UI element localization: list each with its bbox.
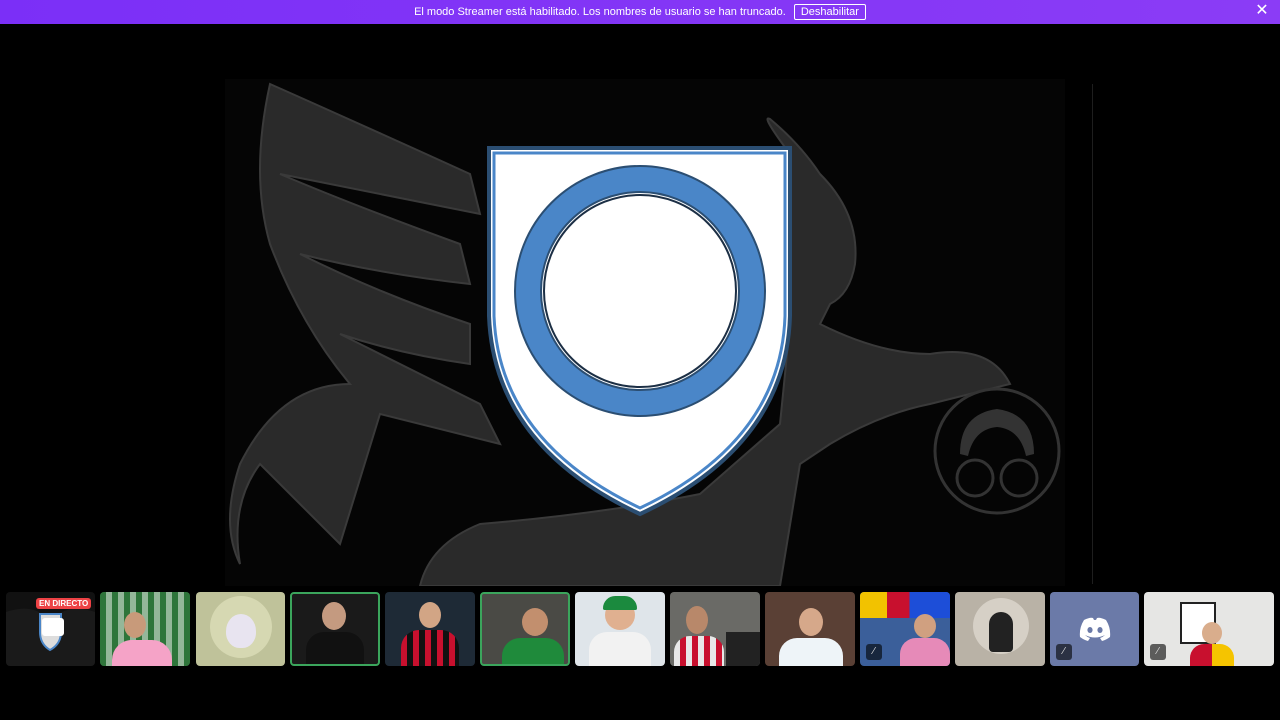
- mic-muted-icon: ⁄: [866, 644, 882, 660]
- person-head: [322, 602, 346, 630]
- person-body: [589, 632, 651, 666]
- person-head: [799, 608, 823, 636]
- shield-logo: [487, 146, 792, 517]
- participant-tile-2[interactable]: [196, 592, 285, 666]
- person-body: [306, 632, 364, 664]
- stage-divider: [1092, 84, 1093, 584]
- mic-muted-icon: ⁄: [1150, 644, 1166, 660]
- person-head: [419, 602, 441, 628]
- person-head: [1202, 622, 1222, 644]
- person-body: [674, 636, 724, 666]
- participant-tile-4[interactable]: [385, 592, 475, 666]
- participant-tile-12[interactable]: ⁄: [1144, 592, 1274, 666]
- participant-tile-9[interactable]: ⁄: [860, 592, 950, 666]
- stream-tile[interactable]: EN DIRECTO: [6, 592, 95, 666]
- participant-tile-11[interactable]: ⁄: [1050, 592, 1139, 666]
- streamer-mode-banner: El modo Streamer está habilitado. Los no…: [0, 0, 1280, 24]
- disable-streamer-mode-button[interactable]: Deshabilitar: [793, 4, 866, 20]
- person-head: [124, 612, 146, 638]
- person-body: [779, 638, 843, 666]
- close-icon[interactable]: ✕: [1254, 3, 1270, 19]
- participant-tile-10[interactable]: [955, 592, 1045, 666]
- participant-tile-1[interactable]: [100, 592, 190, 666]
- participant-strip: EN DIRECTO ⁄ ⁄ ⁄: [0, 590, 1280, 668]
- person-cap: [603, 596, 637, 610]
- person-body: [401, 630, 459, 666]
- discord-icon: [1079, 617, 1111, 641]
- person-body: [112, 640, 172, 666]
- avatar-figure: [989, 612, 1013, 652]
- background-chair: [726, 632, 760, 666]
- participant-tile-5[interactable]: [480, 592, 570, 666]
- live-badge: EN DIRECTO: [36, 598, 92, 609]
- person-body: [900, 638, 950, 666]
- participant-tile-8[interactable]: [765, 592, 855, 666]
- stream-stage[interactable]: [0, 24, 1280, 586]
- background-shirts: [860, 592, 950, 618]
- person-head: [522, 608, 548, 636]
- person-body: [1190, 644, 1234, 666]
- avatar-figure: [226, 614, 256, 648]
- person-head: [686, 606, 708, 634]
- participant-tile-6[interactable]: [575, 592, 665, 666]
- mic-muted-icon: ⁄: [1056, 644, 1072, 660]
- monitor-icon: [42, 618, 64, 636]
- participant-tile-3[interactable]: [290, 592, 380, 666]
- participant-tile-7[interactable]: [670, 592, 760, 666]
- banner-message: El modo Streamer está habilitado. Los no…: [414, 6, 786, 18]
- person-head: [914, 614, 936, 638]
- person-body: [502, 638, 564, 664]
